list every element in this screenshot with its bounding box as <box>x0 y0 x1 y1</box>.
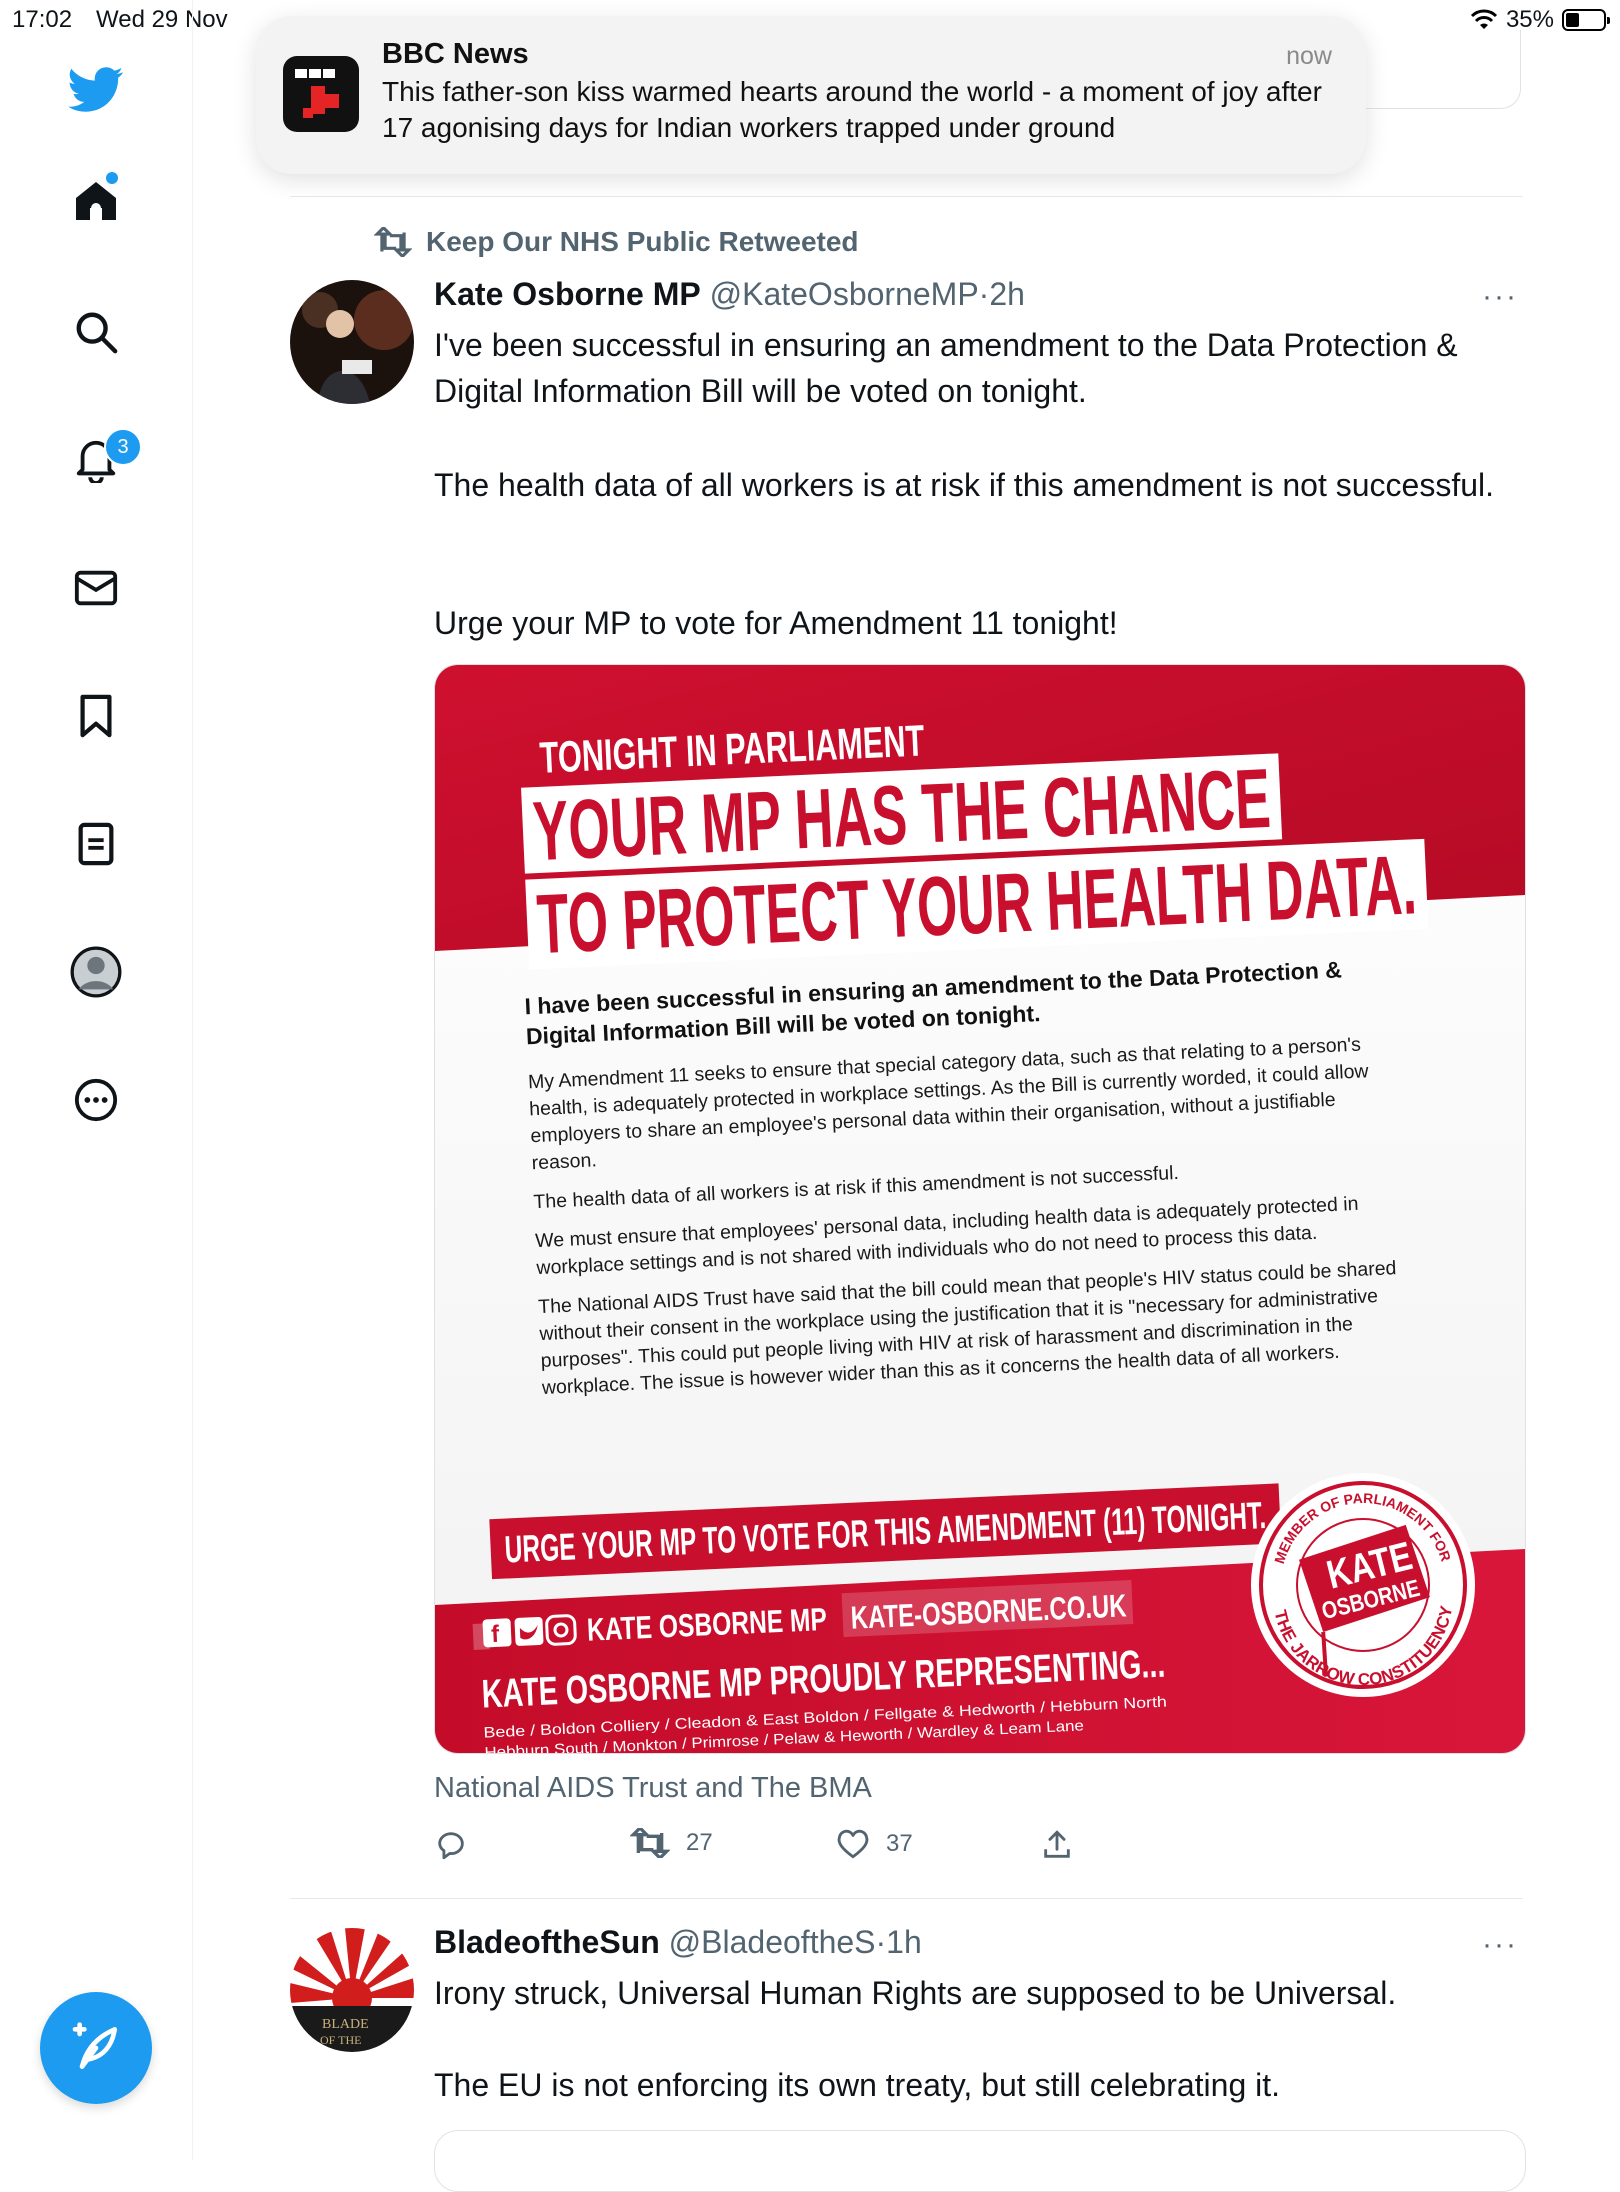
tweet-image[interactable]: TONIGHT IN PARLIAMENT YOUR MP HAS THE CH… <box>434 664 1526 1754</box>
share-icon <box>1044 1830 1070 1858</box>
tweet-time[interactable]: 2h <box>989 276 1025 312</box>
retweet-icon <box>374 227 412 257</box>
lists-icon[interactable] <box>68 816 124 872</box>
tweet-text-p1: Irony struck, Universal Human Rights are… <box>434 1975 1397 2011</box>
feather-plus-icon <box>72 2022 117 2069</box>
tweet-text-p2: The EU is not enforcing its own treaty, … <box>434 2067 1281 2103</box>
search-icon[interactable] <box>68 304 124 360</box>
tweet-text-p2: The health data of all workers is at ris… <box>434 467 1495 503</box>
link-preview-card[interactable] <box>434 2130 1526 2192</box>
retweeted-by-label: Keep Our NHS Public Retweeted <box>426 226 859 257</box>
tweet-actions: 27 37 <box>434 1828 1194 1872</box>
constituency-seal: MEMBER OF PARLIAMENT FOR THE JARROW CONS… <box>1251 1473 1475 1697</box>
more-options-icon[interactable]: ··· <box>1482 1928 1518 1962</box>
divider <box>290 196 1523 197</box>
header-separator: · <box>978 276 990 312</box>
compose-tweet-button[interactable] <box>40 1992 152 2104</box>
more-icon[interactable] <box>68 1072 124 1128</box>
like-count: 37 <box>886 1830 913 1857</box>
previous-tweet-card[interactable] <box>1360 30 1521 109</box>
tweet-header: BladeoftheSun @BladeoftheS·1h <box>434 1924 922 1961</box>
share-button[interactable] <box>1040 1828 1074 1862</box>
author-handle[interactable]: @BladeoftheS <box>669 1924 876 1960</box>
retweet-count: 27 <box>686 1829 713 1856</box>
avatar-text-1: BLADE <box>322 2017 369 2032</box>
notification-title: BBC News <box>382 38 529 70</box>
header-separator: · <box>875 1924 887 1960</box>
twitter-logo-icon[interactable] <box>68 62 124 118</box>
tweet-header: Kate Osborne MP @KateOsborneMP·2h <box>434 276 1025 313</box>
notification-body: This father-son kiss warmed hearts aroun… <box>382 76 1322 143</box>
tweet-text-p3: Urge your MP to vote for Amendment 11 to… <box>434 605 1118 641</box>
bookmarks-icon[interactable] <box>68 688 124 744</box>
retweet-icon <box>630 1828 670 1858</box>
author-name[interactable]: BladeoftheSun <box>434 1924 660 1960</box>
bbc-news-app-icon <box>283 56 359 132</box>
tweet-text-p1: I've been successful in ensuring an amen… <box>434 327 1458 409</box>
author-handle[interactable]: @KateOsborneMP <box>710 276 979 312</box>
reply-button[interactable] <box>434 1828 468 1862</box>
profile-icon[interactable] <box>68 944 124 1000</box>
divider <box>290 1898 1523 1899</box>
notifications-badge: 3 <box>104 428 142 466</box>
poster-paragraph-4: The National AIDS Trust have said that t… <box>537 1257 1397 1400</box>
messages-icon[interactable] <box>68 560 124 616</box>
author-name[interactable]: Kate Osborne MP <box>434 276 701 312</box>
notification-time: now <box>1286 42 1332 70</box>
avatar[interactable]: BLADE OF THE <box>290 1928 414 2052</box>
wifi-icon <box>1470 9 1498 29</box>
image-caption[interactable]: National AIDS Trust and The BMA <box>434 1772 872 1805</box>
like-button[interactable]: 37 <box>836 1828 913 1860</box>
tweet-time[interactable]: 1h <box>886 1924 922 1960</box>
sidebar-nav: 3 <box>0 0 193 2160</box>
more-options-icon[interactable]: ··· <box>1482 280 1518 314</box>
avatar-text-2: OF THE <box>320 2033 361 2047</box>
battery-icon <box>1562 9 1610 31</box>
retweet-button[interactable]: 27 <box>630 1828 713 1858</box>
avatar[interactable] <box>290 280 414 404</box>
retweeted-by[interactable]: Keep Our NHS Public Retweeted <box>374 226 859 258</box>
home-unread-dot <box>106 172 118 184</box>
heart-icon <box>837 1829 869 1859</box>
bbc-news-notification[interactable]: BBC News now This father-son kiss warmed… <box>256 16 1366 174</box>
reply-icon <box>438 1832 464 1860</box>
